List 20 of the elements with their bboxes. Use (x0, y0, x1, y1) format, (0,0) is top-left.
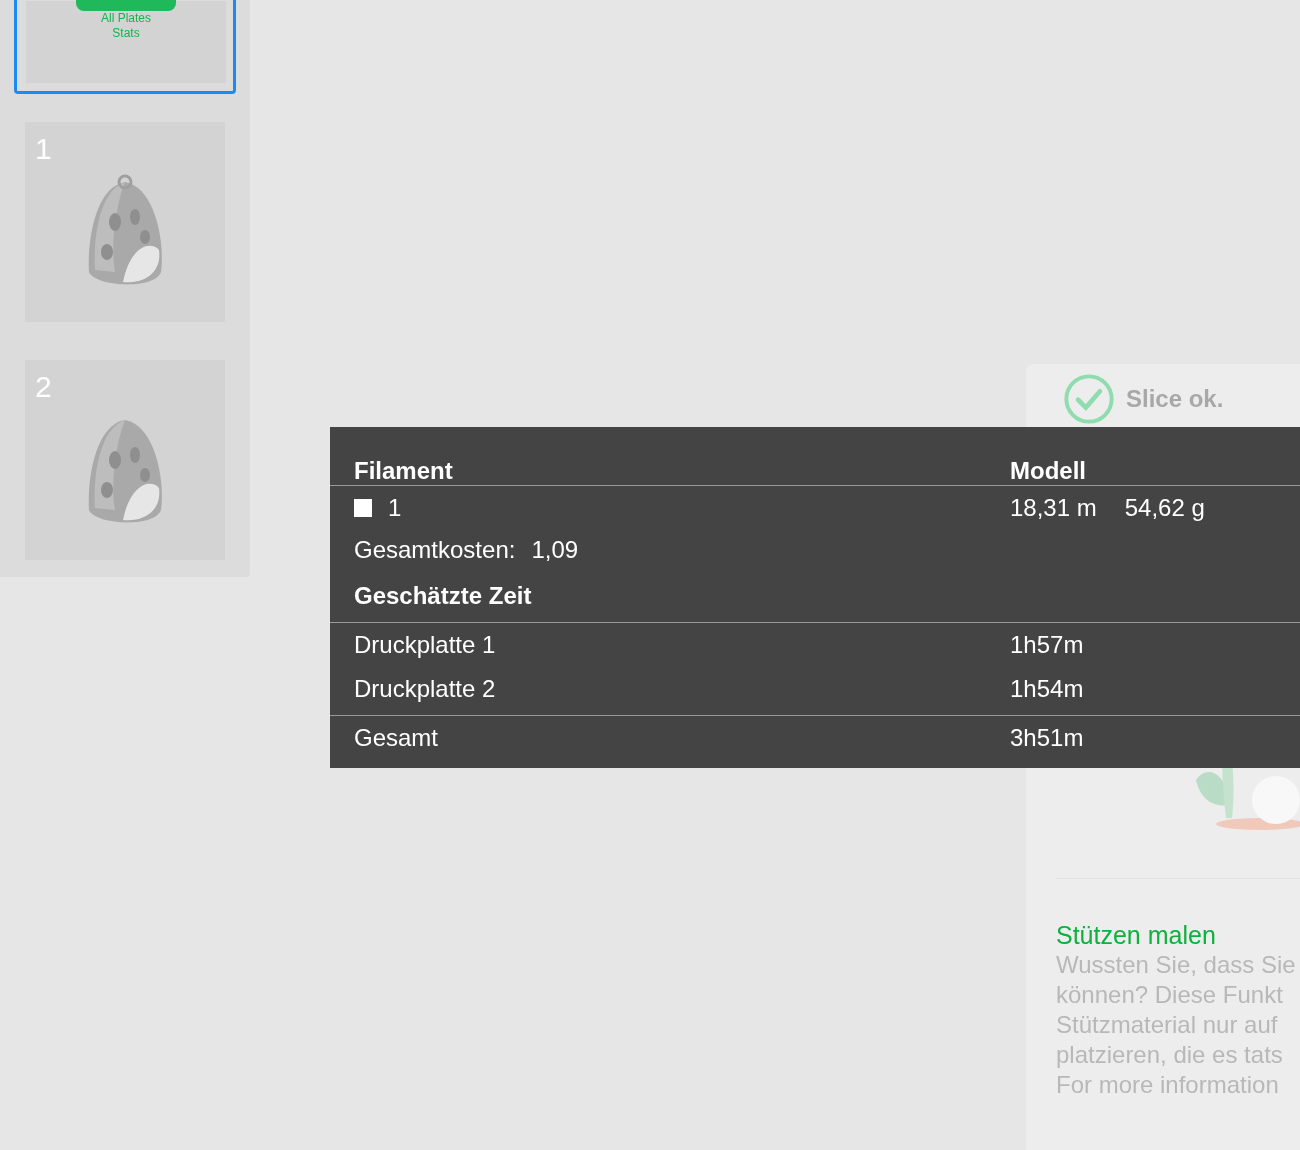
plate-label: Druckplatte 2 (354, 675, 497, 703)
total-label: Gesamt (354, 724, 440, 752)
stats-label: All Plates Stats (100, 11, 152, 41)
plate-time: 1h54m (1010, 675, 1085, 703)
section-header: Geschätzte Zeit (354, 582, 533, 610)
column-header: Modell (1010, 457, 1087, 485)
plate-label: Druckplatte 1 (354, 631, 497, 659)
slice-status: Slice ok. (1126, 385, 1224, 413)
plate-time: 1h57m (1010, 631, 1085, 659)
cost-value: 1,09 (531, 536, 579, 564)
check-icon (1064, 374, 1114, 424)
filament-weight: 54,62 g (1124, 494, 1205, 522)
plate-card[interactable]: All Plates Stats (14, 0, 236, 94)
tip-title: Stützen malen (1056, 921, 1217, 950)
cost-label: Gesamtkosten: (354, 536, 516, 564)
column-header: Filament (354, 457, 454, 485)
filament-length: 18,31 m (1010, 494, 1097, 522)
filament-number: 1 (388, 494, 402, 522)
stats-pill[interactable] (76, 0, 176, 11)
total-time: 3h51m (1010, 724, 1085, 752)
